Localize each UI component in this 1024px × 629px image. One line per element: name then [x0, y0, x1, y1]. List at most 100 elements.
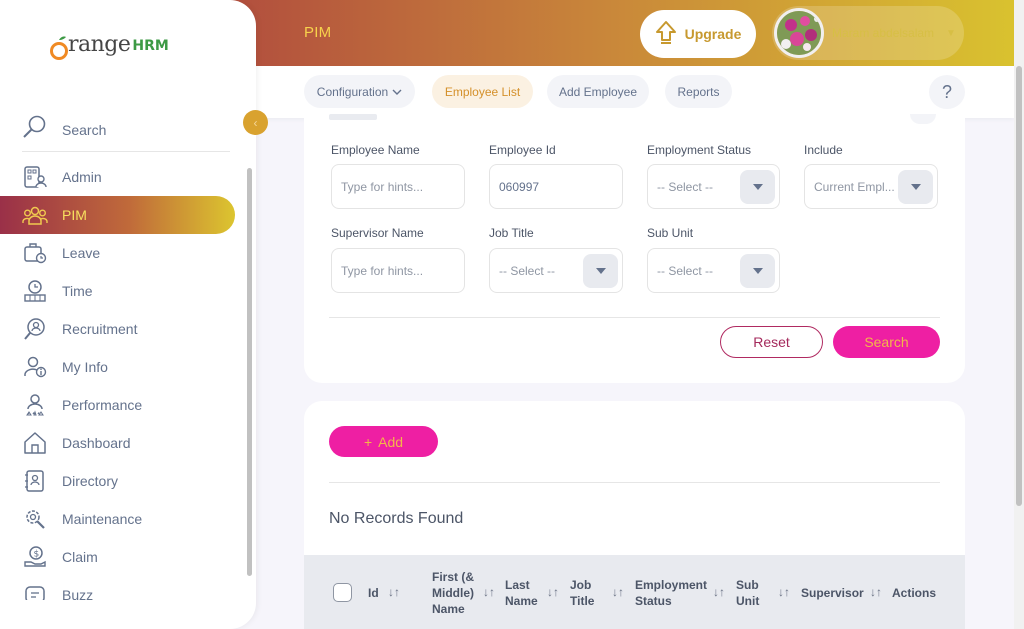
reset-button[interactable]: Reset — [720, 326, 823, 358]
svg-text:$: $ — [34, 550, 40, 560]
tab-reports[interactable]: Reports — [665, 75, 732, 108]
column-header-first-name[interactable]: First (& Middle) Name — [432, 569, 480, 617]
column-header-job-title[interactable]: Job Title — [570, 577, 606, 609]
scrollbar-thumb[interactable] — [1016, 66, 1022, 506]
sidebar-item-recruitment[interactable]: Recruitment — [0, 310, 246, 348]
sidebar-item-label: Time — [62, 283, 93, 299]
scrollbar-thumb[interactable] — [247, 168, 252, 576]
column-header-employment-status[interactable]: Employment Status — [635, 577, 711, 609]
user-dropdown[interactable]: Maram abdelsalam ▼ — [772, 6, 964, 60]
sidebar-item-leave[interactable]: Leave — [0, 234, 246, 272]
search-button[interactable]: Search — [833, 326, 940, 358]
sidebar-item-label: Buzz — [62, 587, 94, 600]
employment-status-label: Employment Status — [647, 143, 752, 157]
search-icon — [22, 114, 48, 145]
add-employee-button[interactable]: + Add — [329, 426, 438, 457]
pim-icon — [22, 202, 48, 228]
orangehrm-logo[interactable]: range HRM — [50, 32, 169, 57]
employee-id-input[interactable]: 060997 — [489, 164, 623, 209]
employee-filter-card: Employee Name Type for hints... Employee… — [304, 114, 965, 383]
sort-icon[interactable]: ↓↑ — [612, 585, 624, 599]
employment-status-select[interactable]: -- Select -- — [647, 164, 780, 209]
sidebar-item-admin[interactable]: Admin — [0, 158, 246, 196]
divider — [329, 482, 940, 483]
sort-icon[interactable]: ↓↑ — [388, 585, 400, 599]
page-scrollbar[interactable] — [1014, 0, 1024, 629]
search-label: Search — [62, 121, 107, 138]
divider — [329, 317, 940, 318]
plus-icon: + — [363, 433, 373, 450]
job-title-select[interactable]: -- Select -- — [489, 248, 623, 293]
column-header-id[interactable]: Id — [368, 585, 379, 601]
select-all-checkbox[interactable] — [333, 583, 352, 602]
time-icon — [22, 278, 48, 304]
sidebar-item-claim[interactable]: $ Claim — [0, 538, 246, 576]
sub-unit-select[interactable]: -- Select -- — [647, 248, 780, 293]
chevron-down-icon — [392, 85, 402, 99]
table-header: Id ↓↑ First (& Middle) Name ↓↑ Last Name… — [304, 555, 965, 629]
caret-down-icon — [583, 254, 618, 288]
column-header-sub-unit[interactable]: Sub Unit — [736, 577, 766, 609]
include-label: Include — [804, 143, 843, 157]
help-button[interactable]: ? — [929, 75, 965, 109]
avatar — [774, 8, 824, 58]
card-title-fragment — [329, 114, 377, 120]
job-title-value: -- Select -- — [499, 263, 556, 278]
sidebar-item-dashboard[interactable]: Dashboard — [0, 424, 246, 462]
sort-icon[interactable]: ↓↑ — [870, 585, 882, 599]
sidebar-item-performance[interactable]: Performance — [0, 386, 246, 424]
records-card: + Add No Records Found Id ↓↑ First (& Mi… — [304, 401, 965, 629]
my-info-icon — [22, 354, 48, 380]
include-select[interactable]: Current Empl... — [804, 164, 938, 209]
column-header-last-name[interactable]: Last Name — [505, 577, 543, 609]
tab-employee-list[interactable]: Employee List — [432, 75, 533, 108]
help-icon: ? — [941, 81, 952, 102]
supervisor-name-label: Supervisor Name — [331, 226, 424, 240]
sidebar-item-pim[interactable]: PIM — [0, 196, 246, 234]
logo-subtext: HRM — [132, 38, 169, 54]
tab-configuration[interactable]: Configuration — [304, 75, 415, 108]
sidebar-scrollbar[interactable] — [246, 158, 254, 600]
sidebar-item-label: Admin — [62, 169, 102, 185]
maintenance-icon — [22, 506, 48, 532]
buzz-icon — [22, 582, 48, 600]
page-title: PIM — [304, 24, 332, 41]
sort-icon[interactable]: ↓↑ — [713, 585, 725, 599]
recruitment-icon — [22, 316, 48, 342]
sidebar-item-maintenance[interactable]: Maintenance — [0, 500, 246, 538]
logo-text-rest: range — [68, 32, 131, 57]
supervisor-name-input[interactable]: Type for hints... — [331, 248, 465, 293]
caret-down-icon: ▼ — [946, 27, 956, 39]
sidebar-item-my-info[interactable]: My Info — [0, 348, 246, 386]
sidebar-item-label: PIM — [62, 207, 87, 223]
sort-icon[interactable]: ↓↑ — [778, 585, 790, 599]
sub-unit-value: -- Select -- — [657, 263, 714, 278]
sidebar-search[interactable]: Search — [22, 108, 230, 152]
tab-add-employee[interactable]: Add Employee — [547, 75, 649, 108]
sidebar-item-label: Claim — [62, 549, 98, 565]
upgrade-icon — [655, 20, 677, 49]
performance-icon — [22, 392, 48, 418]
sidebar-item-directory[interactable]: Directory — [0, 462, 246, 500]
leave-icon — [22, 240, 48, 266]
collapse-sidebar-button[interactable]: ‹ — [243, 110, 268, 135]
employee-name-input[interactable]: Type for hints... — [331, 164, 465, 209]
sidebar-item-buzz[interactable]: Buzz — [0, 576, 246, 600]
sidebar-item-label: Maintenance — [62, 511, 143, 527]
sidebar-item-label: My Info — [62, 359, 108, 375]
sidebar: range HRM Search Admin PIM Leave Time Re… — [0, 0, 256, 629]
employee-id-value: 060997 — [499, 179, 540, 194]
sort-icon[interactable]: ↓↑ — [483, 585, 495, 599]
admin-icon — [22, 164, 48, 190]
card-collapse-icon[interactable] — [910, 114, 936, 124]
column-header-actions: Actions — [892, 586, 937, 600]
caret-down-icon — [740, 170, 775, 204]
column-header-supervisor[interactable]: Supervisor — [801, 585, 864, 601]
sidebar-item-time[interactable]: Time — [0, 272, 246, 310]
tab-label: Add Employee — [558, 84, 638, 99]
caret-down-icon — [740, 254, 775, 288]
sort-icon[interactable]: ↓↑ — [547, 585, 559, 599]
caret-down-icon — [898, 170, 933, 204]
job-title-label: Job Title — [489, 226, 534, 240]
upgrade-button[interactable]: Upgrade — [640, 10, 756, 58]
